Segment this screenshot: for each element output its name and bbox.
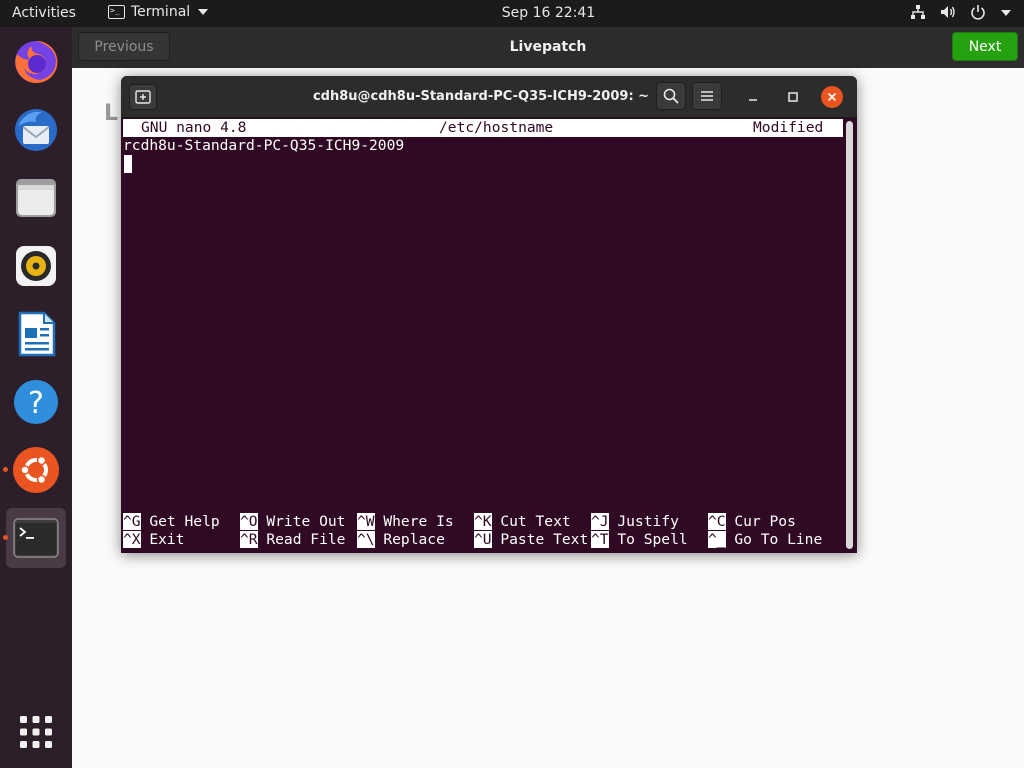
shortcut-label: Go To Line <box>725 531 823 548</box>
shortcut-key: ^\ <box>357 531 375 548</box>
terminal-icon <box>13 518 59 558</box>
text-cursor <box>124 155 132 173</box>
shortcut-key: ^U <box>474 531 492 548</box>
new-tab-button[interactable] <box>129 84 157 110</box>
nano-shortcut: ^J Justify <box>591 513 679 531</box>
minimize-button[interactable] <box>742 86 764 108</box>
shortcut-key: ^W <box>357 513 375 530</box>
nano-filename: /etc/hostname <box>439 119 554 136</box>
shortcut-label: Write Out <box>257 513 346 530</box>
close-button[interactable] <box>821 86 843 108</box>
next-button[interactable]: Next <box>952 32 1018 61</box>
shortcut-key: ^O <box>240 513 258 530</box>
dock-libreoffice-writer[interactable] <box>6 304 66 364</box>
terminal-app-icon: >_ <box>108 5 125 19</box>
shortcut-label: Paste Text <box>491 531 589 548</box>
app-menu-label: Terminal <box>131 4 191 20</box>
nano-shortcut: ^T To Spell <box>591 531 688 549</box>
firefox-icon <box>15 40 58 83</box>
shortcut-key: ^R <box>240 531 258 548</box>
ubuntu-software-icon <box>13 447 59 493</box>
shortcut-label: Replace <box>374 531 445 548</box>
shortcut-label: To Spell <box>608 531 688 548</box>
chevron-down-icon <box>198 9 209 15</box>
wizard-title: Livepatch <box>509 39 587 55</box>
nano-shortcut: ^R Read File <box>240 531 345 549</box>
close-icon <box>827 92 837 102</box>
shortcut-label: Exit <box>140 531 185 548</box>
dock-rhythmbox[interactable] <box>6 236 66 296</box>
clock[interactable]: Sep 16 22:41 <box>502 5 595 21</box>
shortcut-label: Cut Text <box>491 513 571 530</box>
shortcut-label: Read File <box>257 531 346 548</box>
shortcut-key: ^K <box>474 513 492 530</box>
previous-button[interactable]: Previous <box>78 32 170 61</box>
dock-files[interactable] <box>6 168 66 228</box>
dock-firefox[interactable] <box>6 32 66 92</box>
nano-shortcut: ^C Cur Pos <box>708 513 796 531</box>
shortcut-key: ^_ <box>708 531 726 548</box>
app-grid-icon <box>20 716 52 748</box>
shortcut-label: Justify <box>608 513 679 530</box>
scrollbar[interactable] <box>846 121 853 549</box>
wizard-headerbar: Previous Livepatch Next <box>72 27 1024 68</box>
shortcut-key: ^X <box>123 531 141 548</box>
network-icon[interactable] <box>910 4 926 20</box>
dock-terminal[interactable] <box>3 508 66 568</box>
top-bar: Activities >_ Terminal Sep 16 22:41 <box>0 0 1024 27</box>
hamburger-icon <box>701 91 713 101</box>
activities-button[interactable]: Activities <box>12 5 76 21</box>
volume-icon[interactable] <box>940 4 956 20</box>
nano-shortcut: ^W Where Is <box>357 513 454 531</box>
nano-shortcut: ^_ Go To Line <box>708 531 822 549</box>
nano-shortcut: ^X Exit <box>123 531 185 549</box>
chevron-down-icon[interactable] <box>1000 4 1012 20</box>
dock: ? <box>0 27 72 768</box>
maximize-icon <box>788 92 798 102</box>
file-content-line[interactable]: rcdh8u-Standard-PC-Q35-ICH9-2009 <box>123 137 404 155</box>
menu-button[interactable] <box>692 82 722 110</box>
dock-help[interactable]: ? <box>6 372 66 432</box>
nano-editor[interactable]: GNU nano 4.8 /etc/hostname Modified rcdh… <box>123 119 845 553</box>
libreoffice-writer-icon <box>18 311 56 357</box>
nano-shortcut: ^O Write Out <box>240 513 345 531</box>
help-icon: ? <box>14 380 58 424</box>
shortcut-label: Get Help <box>140 513 220 530</box>
shortcut-label: Cur Pos <box>725 513 796 530</box>
power-icon[interactable] <box>970 4 986 20</box>
files-icon <box>16 179 56 217</box>
thunderbird-icon <box>15 109 57 151</box>
new-tab-icon <box>135 90 151 104</box>
shortcut-label: Where Is <box>374 513 454 530</box>
maximize-button[interactable] <box>782 86 804 108</box>
shortcut-key: ^G <box>123 513 141 530</box>
shortcut-key: ^J <box>591 513 609 530</box>
nano-modified-status: Modified <box>753 119 824 136</box>
dock-show-applications[interactable] <box>6 702 66 762</box>
shortcut-key: ^C <box>708 513 726 530</box>
search-icon <box>663 88 679 104</box>
running-indicator <box>3 535 8 540</box>
search-button[interactable] <box>656 82 686 110</box>
running-indicator <box>3 467 8 472</box>
nano-shortcut: ^U Paste Text <box>474 531 588 549</box>
system-tray[interactable] <box>910 4 1012 20</box>
terminal-window[interactable]: cdh8u@cdh8u-Standard-PC-Q35-ICH9-2009: ~… <box>121 76 857 553</box>
nano-shortcut: ^\ Replace <box>357 531 445 549</box>
page-heading: L <box>104 101 119 126</box>
app-menu[interactable]: >_ Terminal <box>108 4 209 20</box>
nano-shortcut: ^G Get Help <box>123 513 220 531</box>
terminal-title: cdh8u@cdh8u-Standard-PC-Q35-ICH9-2009: ~ <box>312 89 650 104</box>
dock-thunderbird[interactable] <box>6 100 66 160</box>
minimize-icon <box>749 99 757 101</box>
shortcut-key: ^T <box>591 531 609 548</box>
nano-version: GNU nano 4.8 <box>141 119 247 136</box>
svg-text:?: ? <box>28 386 44 421</box>
dock-ubuntu-software[interactable] <box>3 440 66 500</box>
terminal-headerbar[interactable]: cdh8u@cdh8u-Standard-PC-Q35-ICH9-2009: ~ <box>121 76 857 118</box>
nano-shortcut: ^K Cut Text <box>474 513 571 531</box>
nano-title-bar: GNU nano 4.8 /etc/hostname Modified <box>123 119 843 137</box>
rhythmbox-icon <box>16 246 56 286</box>
